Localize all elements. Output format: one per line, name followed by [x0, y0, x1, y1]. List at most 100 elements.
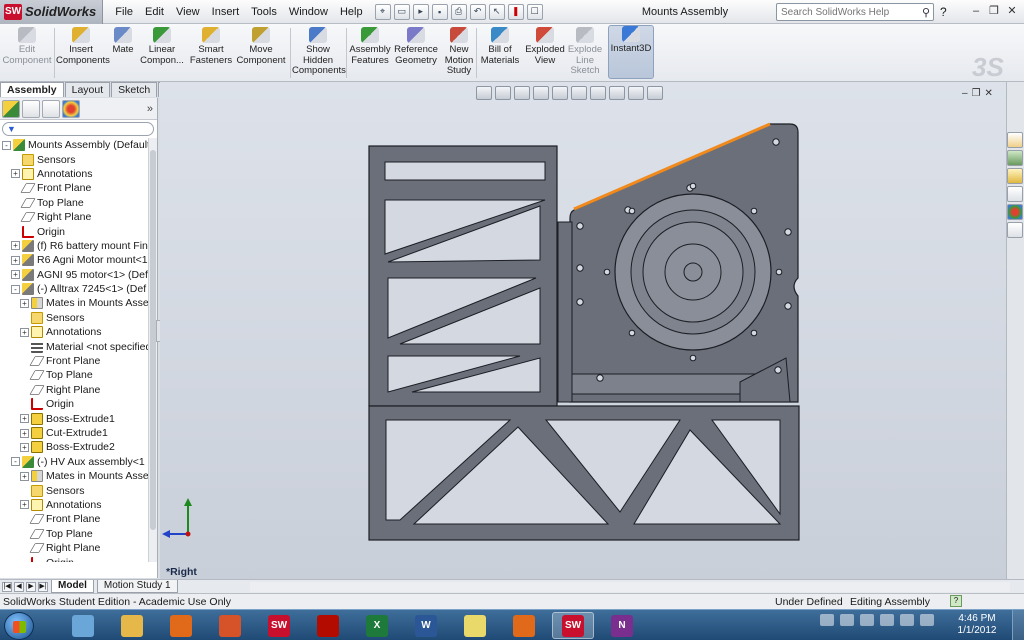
design-library-tab-icon[interactable]	[1007, 150, 1023, 166]
cmd-move-component-button[interactable]: Move Component	[236, 27, 286, 66]
menu-file[interactable]: File	[109, 0, 139, 24]
expand-toggle-icon[interactable]: +	[11, 255, 20, 265]
tree-item[interactable]: + (f) R6 battery mount Fina	[0, 239, 148, 253]
minimize-icon[interactable]: –	[968, 2, 984, 20]
tree-item[interactable]: Sensors	[0, 311, 148, 325]
expand-toggle-icon[interactable]: +	[20, 414, 29, 424]
tree-item[interactable]: + Annotations	[0, 167, 148, 181]
print-icon[interactable]: ⎙	[450, 3, 467, 20]
help-search-input[interactable]	[781, 6, 901, 18]
tree-item[interactable]: - (-) Alltrax 7245<1> (Def	[0, 282, 148, 296]
start-button[interactable]	[4, 612, 34, 640]
graphics-area[interactable]: – ❐ ✕ *Right	[160, 82, 1006, 579]
excel-app[interactable]: X	[356, 612, 398, 639]
appearances-tab-icon[interactable]	[1007, 204, 1023, 220]
tree-item[interactable]: Sensors	[0, 152, 148, 166]
menu-edit[interactable]: Edit	[139, 0, 170, 24]
help-button[interactable]: ?	[940, 0, 947, 24]
pin-icon[interactable]: ⌖	[374, 3, 391, 20]
sticky-notes-app[interactable]	[454, 612, 496, 639]
view-palette-tab-icon[interactable]	[1007, 186, 1023, 202]
tree-item[interactable]: Front Plane	[0, 512, 148, 526]
menu-tools[interactable]: Tools	[245, 0, 283, 24]
help-search[interactable]: ⚲	[776, 3, 934, 21]
cmd-exploded-view-button[interactable]: Exploded View	[524, 27, 566, 66]
file-explorer-app[interactable]	[62, 612, 104, 639]
expand-toggle-icon[interactable]: -	[11, 457, 20, 467]
cmd-bom-button[interactable]: Bill of Materials	[480, 27, 520, 66]
tab-model[interactable]: Model	[51, 580, 94, 593]
cmd-assembly-features-button[interactable]: Assembly Features	[348, 27, 392, 66]
options-icon[interactable]: ☐	[526, 3, 543, 20]
save-icon[interactable]: ▪	[431, 3, 448, 20]
cmd-show-hidden-button[interactable]: Show Hidden Components	[292, 27, 346, 77]
previous-tab-icon[interactable]: ◀	[14, 581, 24, 592]
file-explorer-tab-icon[interactable]	[1007, 168, 1023, 184]
expand-toggle-icon[interactable]: +	[11, 241, 20, 251]
tab-assembly[interactable]: Assembly	[0, 82, 64, 97]
horizontal-scrollbar[interactable]	[250, 582, 1010, 592]
onenote-app[interactable]: N	[601, 612, 643, 639]
show-hidden-icons-icon[interactable]	[920, 614, 934, 626]
cmd-motion-study-button[interactable]: New Motion Study	[442, 27, 476, 77]
tree-item[interactable]: Sensors	[0, 483, 148, 497]
tree-item[interactable]: + Boss-Extrude2	[0, 440, 148, 454]
signal-icon[interactable]	[880, 614, 894, 626]
tree-item[interactable]: Top Plane	[0, 527, 148, 541]
custom-properties-tab-icon[interactable]	[1007, 222, 1023, 238]
search-icon[interactable]: ⚲	[922, 6, 930, 19]
tree-item[interactable]: Origin	[0, 555, 148, 562]
expand-toggle-icon[interactable]: +	[20, 298, 29, 308]
configuration-manager-tab-icon[interactable]	[42, 99, 60, 118]
solidworks-app-2[interactable]: SW	[552, 612, 594, 639]
volume-icon[interactable]	[900, 614, 914, 626]
menu-help[interactable]: Help	[334, 0, 369, 24]
resources-tab-icon[interactable]	[1007, 132, 1023, 148]
first-tab-icon[interactable]: |◀	[2, 581, 12, 592]
feature-manager-tab-icon[interactable]	[2, 99, 20, 118]
cmd-linear-pattern-button[interactable]: Linear Compon...	[140, 27, 184, 66]
menu-insert[interactable]: Insert	[206, 0, 246, 24]
property-manager-tab-icon[interactable]	[22, 99, 40, 118]
tree-item[interactable]: + Mates in Mounts Asse	[0, 469, 148, 483]
menu-view[interactable]: View	[170, 0, 206, 24]
tree-item[interactable]: Right Plane	[0, 383, 148, 397]
rebuild-icon[interactable]: ❚	[507, 3, 524, 20]
matlab-app[interactable]	[209, 612, 251, 639]
tree-item[interactable]: Top Plane	[0, 368, 148, 382]
libraries-app[interactable]	[111, 612, 153, 639]
tree-item[interactable]: Right Plane	[0, 541, 148, 555]
expand-toggle-icon[interactable]: +	[20, 500, 29, 510]
motor-body[interactable]	[603, 182, 783, 362]
tree-item[interactable]: Front Plane	[0, 354, 148, 368]
tree-item[interactable]: - Mounts Assembly (Default<D	[0, 138, 148, 152]
tab-motion-study-1[interactable]: Motion Study 1	[96, 580, 178, 593]
tree-item[interactable]: Front Plane	[0, 181, 148, 195]
cmd-instant3d-button[interactable]: Instant3D	[608, 25, 654, 79]
tree-item[interactable]: + AGNI 95 motor<1> (Def	[0, 268, 148, 282]
cmd-explode-line-button[interactable]: Explode Line Sketch	[566, 27, 604, 77]
expand-toggle-icon[interactable]: +	[20, 471, 29, 481]
word-app[interactable]: W	[405, 612, 447, 639]
tree-item[interactable]: + Cut-Extrude1	[0, 426, 148, 440]
tree-filter[interactable]: ▼	[2, 122, 154, 136]
tree-item[interactable]: + Mates in Mounts Asse	[0, 296, 148, 310]
expand-toggle-icon[interactable]: -	[2, 140, 11, 150]
firefox-app-2[interactable]	[503, 612, 545, 639]
status-help-icon[interactable]: ?	[950, 595, 962, 607]
cmd-reference-geometry-button[interactable]: Reference Geometry	[392, 27, 440, 66]
action-center-icon[interactable]	[840, 614, 854, 626]
undo-icon[interactable]: ↶	[469, 3, 486, 20]
tree-item[interactable]: + Boss-Extrude1	[0, 411, 148, 425]
next-tab-icon[interactable]: ▶	[26, 581, 36, 592]
show-desktop-button[interactable]	[1012, 610, 1024, 640]
restore-icon[interactable]: ❐	[986, 2, 1002, 20]
expand-toggle-icon[interactable]: +	[20, 442, 29, 452]
last-tab-icon[interactable]: ▶|	[38, 581, 48, 592]
tree-item[interactable]: - (-) HV Aux assembly<1	[0, 455, 148, 469]
expand-toggle-icon[interactable]: +	[11, 270, 20, 280]
tab-layout[interactable]: Layout	[64, 82, 111, 97]
cmd-edit-component-button[interactable]: Edit Component	[0, 27, 54, 66]
tree-scrollbar[interactable]	[148, 138, 157, 562]
select-arrow-icon[interactable]: ↖	[488, 3, 505, 20]
